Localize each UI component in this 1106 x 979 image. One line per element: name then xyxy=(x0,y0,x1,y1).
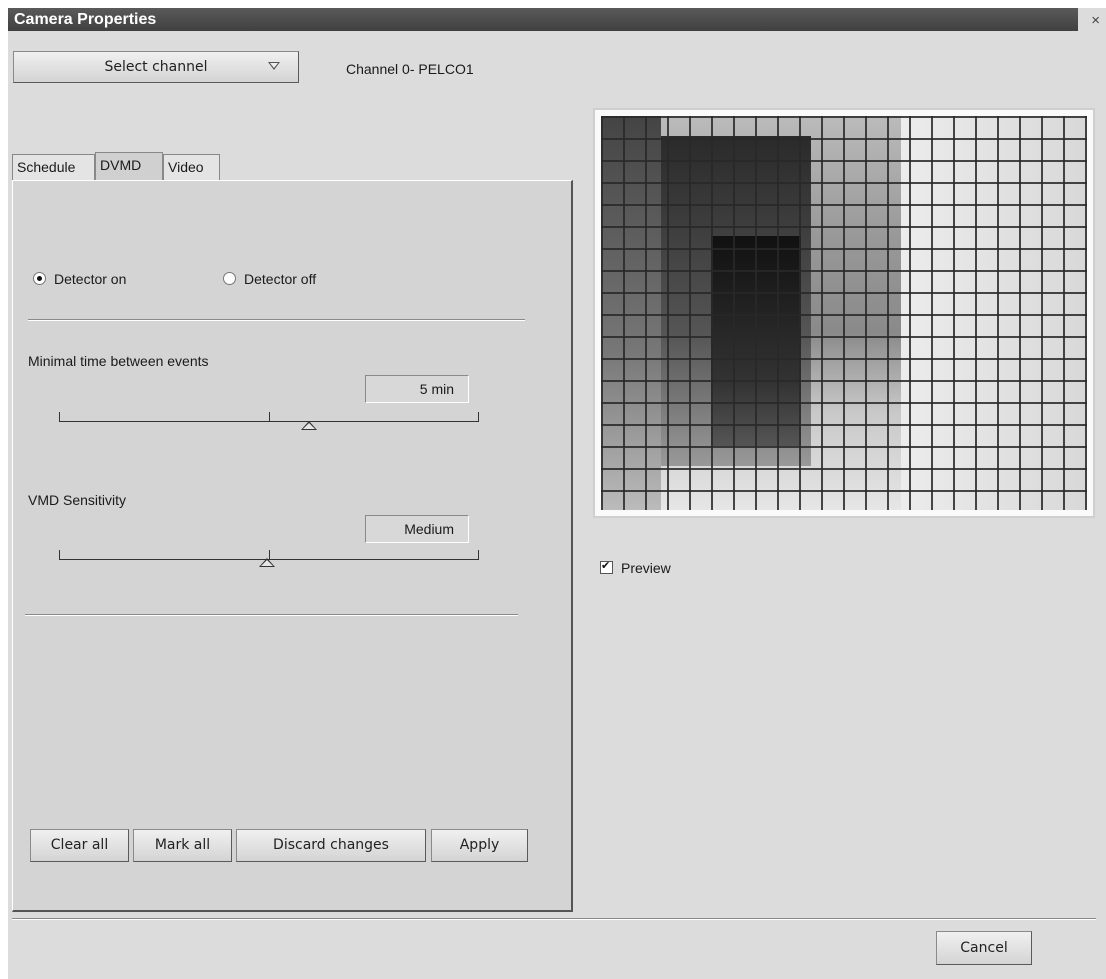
tab-video[interactable]: Video xyxy=(163,154,220,180)
cancel-button[interactable]: Cancel xyxy=(936,931,1032,965)
detector-off-radio[interactable]: Detector off xyxy=(223,271,316,287)
tab-dvmd[interactable]: DVMD xyxy=(95,152,163,181)
tab-video-label: Video xyxy=(168,159,204,175)
checkbox-checked-icon xyxy=(600,559,613,574)
divider xyxy=(25,614,518,616)
camera-image xyxy=(601,116,1087,510)
tab-schedule-label: Schedule xyxy=(17,159,76,175)
title-bar: Camera Properties xyxy=(8,8,1078,31)
sensitivity-slider-thumb[interactable] xyxy=(259,558,275,567)
motion-grid[interactable] xyxy=(601,116,1087,510)
sensitivity-value: Medium xyxy=(365,515,469,543)
discard-changes-button[interactable]: Discard changes xyxy=(236,829,426,862)
close-icon[interactable]: × xyxy=(1091,12,1100,29)
tab-dvmd-label: DVMD xyxy=(100,157,142,173)
sensitivity-label: VMD Sensitivity xyxy=(28,492,127,508)
min-time-slider-track[interactable] xyxy=(59,411,479,422)
window-title: Camera Properties xyxy=(14,11,157,28)
dvmd-panel: Detector on Detector off Minimal time be… xyxy=(12,180,573,912)
select-channel-label: Select channel xyxy=(104,59,208,75)
mark-all-button[interactable]: Mark all xyxy=(133,829,232,862)
radio-unselected-icon xyxy=(223,272,236,285)
chevron-down-icon xyxy=(268,62,280,70)
current-channel-label: Channel 0- PELCO1 xyxy=(346,61,474,77)
apply-button[interactable]: Apply xyxy=(431,829,528,862)
detector-off-label: Detector off xyxy=(244,271,317,287)
clear-all-button[interactable]: Clear all xyxy=(30,829,129,862)
tab-schedule[interactable]: Schedule xyxy=(12,154,95,180)
preview-label: Preview xyxy=(621,560,671,576)
camera-properties-window: Camera Properties × Select channel Chann… xyxy=(8,8,1106,979)
min-time-value: 5 min xyxy=(365,375,469,403)
detector-on-radio[interactable]: Detector on xyxy=(33,271,126,287)
radio-selected-icon xyxy=(33,272,46,285)
min-time-slider-thumb[interactable] xyxy=(301,421,317,430)
divider xyxy=(12,918,1096,920)
camera-preview[interactable] xyxy=(593,108,1095,518)
preview-checkbox[interactable]: Preview xyxy=(600,559,671,576)
divider xyxy=(28,319,525,321)
min-time-label: Minimal time between events xyxy=(28,353,209,369)
select-channel-dropdown[interactable]: Select channel xyxy=(13,51,299,83)
detector-on-label: Detector on xyxy=(54,271,127,287)
